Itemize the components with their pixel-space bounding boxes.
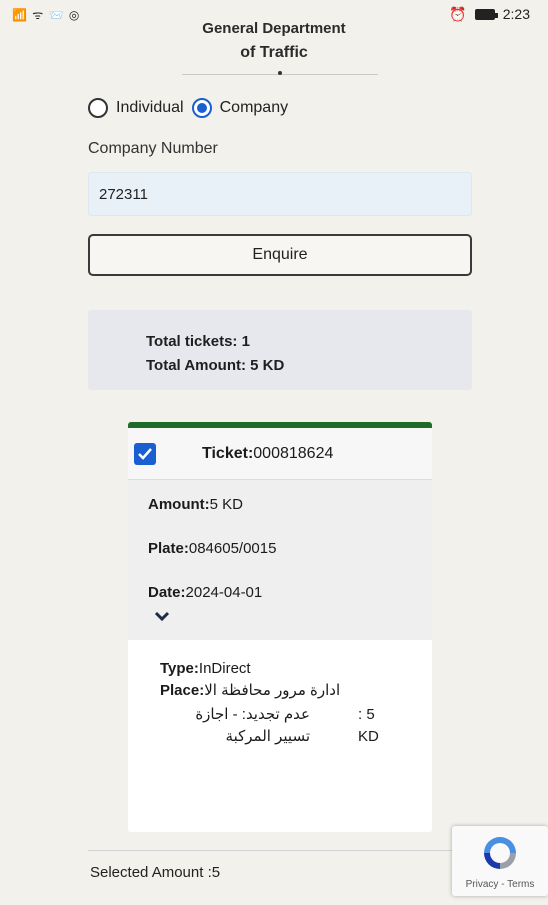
radio-individual[interactable] <box>88 98 108 118</box>
recaptcha-icon <box>484 837 516 869</box>
ticket-amount: Amount:5 KD <box>148 492 432 518</box>
header-dot <box>278 71 282 75</box>
ticket-date: Date:2024-04-01 <box>148 580 432 606</box>
ticket-header: Ticket:000818624 <box>128 428 432 480</box>
ticket-number-value: 000818624 <box>253 444 334 462</box>
date-label: Date: <box>148 584 186 601</box>
search-type-radio-group: Individual Company <box>88 98 288 118</box>
type-value: InDirect <box>198 660 251 677</box>
plate-label: Plate: <box>148 540 189 557</box>
fee-row: عدم تجديد: - اجازة تسيير المركبة : 5 KD <box>160 704 432 748</box>
ticket-extra-details: Type:InDirect Place:ادارة مرور محافظة ال… <box>128 640 432 748</box>
radio-individual-label[interactable]: Individual <box>116 99 184 117</box>
status-right: ⏰ 2:23 <box>449 6 530 23</box>
type-label: Type: <box>160 660 199 677</box>
ticket-number: Ticket:000818624 <box>202 445 333 463</box>
page-title-line2: of Traffic <box>240 44 308 61</box>
radio-company[interactable] <box>191 98 212 118</box>
enquire-button[interactable]: Enquire <box>88 234 472 276</box>
status-left-icons: 📶 ᯤ 📨 ◎ <box>12 6 80 23</box>
ticket-checkbox[interactable] <box>134 442 156 465</box>
ticket-plate: Plate:084605/0015 <box>148 536 432 562</box>
check-icon <box>138 447 152 460</box>
recaptcha-badge[interactable]: Privacy - Terms <box>452 826 548 896</box>
status-icons: 📶 ᯤ 📨 ◎ <box>12 7 81 22</box>
radio-company-label[interactable]: Company <box>220 99 288 117</box>
amount-value: 5 KD <box>209 496 244 513</box>
ticket-number-label: Ticket: <box>202 444 254 462</box>
bottom-divider <box>88 850 472 851</box>
total-amount: Total Amount: 5 KD <box>146 357 285 374</box>
ticket-card: Ticket:000818624 Amount:5 KD Plate:08460… <box>128 422 432 832</box>
plate-value: 084605/0015 <box>188 540 277 557</box>
summary-box: Total tickets: 1 Total Amount: 5 KD <box>88 310 472 390</box>
ticket-type: Type:InDirect <box>160 658 432 680</box>
total-tickets: Total tickets: 1 <box>146 333 250 350</box>
chevron-down-icon[interactable] <box>154 610 170 622</box>
recaptcha-links[interactable]: Privacy - Terms <box>466 879 535 890</box>
company-number-label: Company Number <box>88 140 218 157</box>
status-time: 2:23 <box>502 6 530 22</box>
page-title-line1: General Department <box>202 22 346 37</box>
fee-amount: : 5 KD <box>358 706 379 745</box>
selected-amount: Selected Amount :5 <box>90 864 221 881</box>
amount-label: Amount: <box>148 496 210 513</box>
place-label: Place: <box>160 682 205 699</box>
place-value: ادارة مرور محافظة الا <box>204 682 341 699</box>
company-number-input[interactable] <box>88 172 472 216</box>
ticket-details: Amount:5 KD Plate:084605/0015 Date:2024-… <box>128 480 432 640</box>
ticket-place: Place:ادارة مرور محافظة الا <box>160 680 400 702</box>
alarm-icon: ⏰ <box>449 5 467 22</box>
date-value: 2024-04-01 <box>185 584 263 601</box>
battery-icon <box>474 8 498 20</box>
fee-description: عدم تجديد: - اجازة تسيير المركبة <box>195 706 310 745</box>
